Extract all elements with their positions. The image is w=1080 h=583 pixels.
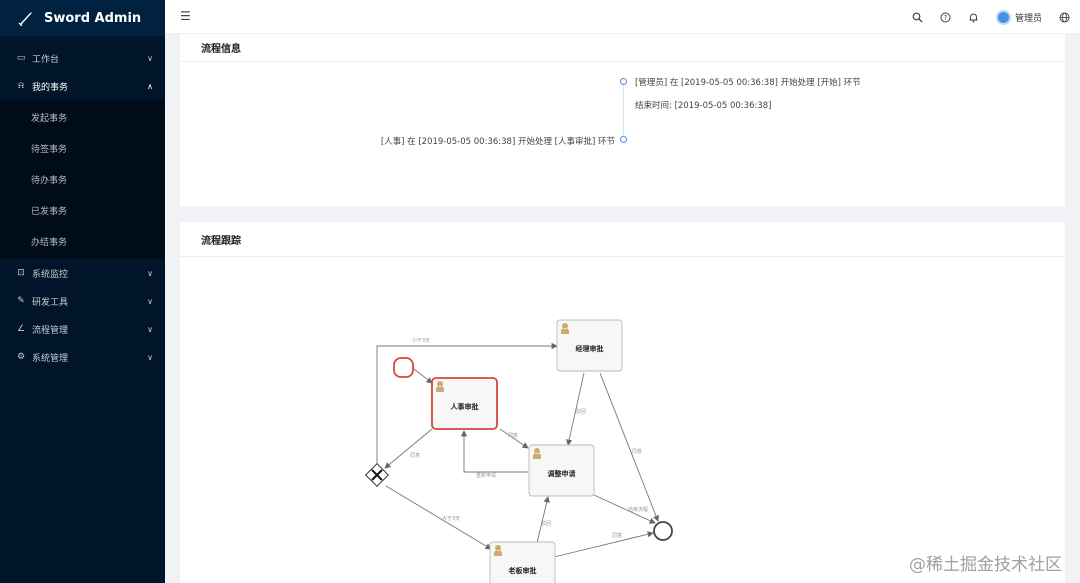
edge-hr-gateway — [384, 428, 433, 469]
svg-text:?: ? — [944, 14, 948, 22]
flow-edges — [376, 342, 659, 558]
sidebar-item-devtools[interactable]: ✎ 研发工具 ∨ — [0, 287, 165, 315]
sidebar-subitem-to-sign[interactable]: 待签事务 — [0, 133, 165, 164]
task-label: 人事审批 — [451, 402, 479, 411]
sidebar-subitem-sent[interactable]: 已发事务 — [0, 195, 165, 226]
timeline-entry-hr: [人事] 在 [2019-05-05 00:36:38] 开始处理 [人事审批]… — [380, 137, 615, 147]
sidebar-item-label: 系统监控 — [32, 269, 69, 280]
line-icon: ∠ — [16, 324, 26, 334]
flow-label: 同意 — [612, 532, 622, 539]
task-manager-approval[interactable]: 经理审批 — [556, 319, 623, 372]
end-event[interactable] — [653, 521, 673, 541]
chevron-down-icon: ∨ — [147, 352, 153, 362]
sidebar-item-label: 研发工具 — [32, 297, 69, 308]
sidebar-item-my-affairs[interactable]: ⍾ 我的事务 ∧ — [0, 72, 165, 100]
chevron-up-icon: ∧ — [147, 81, 153, 91]
flow-label: 同意 — [410, 452, 420, 459]
chart-icon: ⊡ — [17, 268, 25, 278]
task-label: 经理审批 — [576, 344, 604, 353]
flow-label: 同意 — [632, 448, 642, 455]
sidebar-item-label: 流程管理 — [32, 325, 69, 336]
task-label: 老板审批 — [508, 566, 537, 575]
task-hr-approval[interactable]: 人事审批 — [431, 377, 498, 430]
avatar — [995, 9, 1011, 25]
timeline-entry-endtime: 结束时间: [2019-05-05 00:36:38] — [635, 101, 772, 111]
process-diagram: 小于3天 驳回 同意 重新申请 同意 大于3天 驳回 结束流程 同意 同意 人事… — [364, 319, 673, 583]
timeline-entry-start: [管理员] 在 [2019-05-05 00:36:38] 开始处理 [开始] … — [635, 78, 861, 88]
flow-label: 重新申请 — [476, 472, 496, 479]
flow-label: 驳回 — [576, 408, 586, 415]
username: 管理员 — [1014, 13, 1042, 24]
sidebar-item-workbench[interactable]: ▭ 工作台 ∨ — [0, 44, 165, 72]
wrench-icon: ✎ — [17, 296, 25, 306]
app-title: Sword Admin — [44, 10, 142, 26]
sword-logo-icon — [18, 12, 32, 26]
timeline-dot — [620, 136, 627, 143]
app-logo[interactable]: Sword Admin — [0, 0, 165, 36]
chevron-down-icon: ∨ — [147, 268, 153, 278]
bell-icon[interactable] — [968, 12, 979, 23]
flow-label: 小于3天 — [412, 337, 430, 344]
sidebar-item-process[interactable]: ∠ 流程管理 ∨ — [0, 315, 165, 343]
sidebar-item-monitor[interactable]: ⊡ 系统监控 ∨ — [0, 259, 165, 287]
start-event[interactable] — [393, 357, 414, 378]
process-trace-title: 流程跟踪 — [180, 222, 1065, 257]
sidebar: Sword Admin ▭ 工作台 ∨ ⍾ 我的事务 ∧ 发起事务 待签事务 待… — [0, 0, 165, 583]
sidebar-subitem-start[interactable]: 发起事务 — [0, 102, 165, 133]
process-info-card: 流程信息 [管理员] 在 [2019-05-05 00:36:38] 开始处理 … — [180, 34, 1065, 206]
process-info-title: 流程信息 — [180, 34, 1065, 62]
chevron-down-icon: ∨ — [147, 296, 153, 306]
search-icon[interactable] — [912, 12, 923, 23]
flow-label: 结束流程 — [628, 506, 648, 513]
gear-icon: ⚙ — [16, 352, 26, 362]
edge-gateway-boss — [385, 485, 492, 550]
watermark: @稀土掘金技术社区 — [909, 555, 1062, 575]
edge-start-hr — [413, 368, 433, 384]
sidebar-item-label: 系统管理 — [32, 353, 69, 364]
globe-icon[interactable] — [1059, 12, 1070, 23]
bell-icon: ⍾ — [18, 81, 24, 91]
timeline-dot — [620, 78, 627, 85]
sidebar-item-label: 工作台 — [32, 54, 60, 65]
flow-label: 同意 — [508, 432, 518, 439]
sidebar-item-system[interactable]: ⚙ 系统管理 ∨ — [0, 343, 165, 371]
edge-boss-adjust — [536, 496, 550, 544]
header-tools: ? 管理员 — [912, 0, 1070, 34]
task-adjust-application[interactable]: 调整申请 — [528, 444, 595, 497]
help-icon[interactable]: ? — [940, 12, 951, 23]
exclusive-gateway[interactable] — [364, 462, 390, 488]
flow-label: 驳回 — [541, 520, 551, 527]
side-menu: ▭ 工作台 ∨ ⍾ 我的事务 ∧ 发起事务 待签事务 待办事务 已发事务 办结事… — [0, 44, 165, 371]
edge-adjust-hr — [460, 430, 528, 473]
task-label: 调整申请 — [548, 469, 576, 478]
timeline-line — [623, 82, 624, 140]
task-boss-approval[interactable]: 老板审批 — [489, 541, 556, 583]
process-trace-card: 流程跟踪 小于3天 驳回 同意 重新申请 同意 大于3天 驳回 结束流程 同意 … — [180, 222, 1065, 583]
edge-boss-end — [553, 531, 654, 558]
chevron-down-icon: ∨ — [147, 53, 153, 63]
chevron-down-icon: ∨ — [147, 324, 153, 334]
flow-label: 大于3天 — [442, 515, 460, 522]
submenu-my-affairs: 发起事务 待签事务 待办事务 已发事务 办结事务 — [0, 100, 165, 259]
sidebar-subitem-done[interactable]: 办结事务 — [0, 226, 165, 257]
edge-manager-end — [599, 372, 659, 522]
monitor-icon: ▭ — [16, 53, 26, 63]
user-menu[interactable]: 管理员 — [995, 9, 1042, 25]
menu-fold-icon[interactable]: ☰ — [180, 9, 191, 23]
sidebar-subitem-todo[interactable]: 待办事务 — [0, 164, 165, 195]
top-header: ☰ ? 管理员 — [165, 0, 1080, 34]
sidebar-item-label: 我的事务 — [32, 82, 69, 93]
